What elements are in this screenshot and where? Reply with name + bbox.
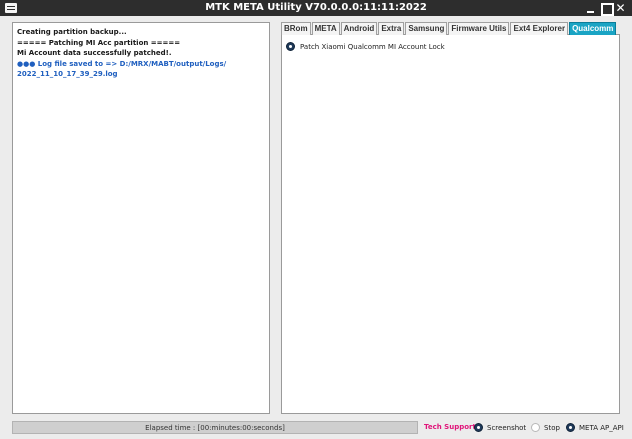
tab-brom[interactable]: BRom [281,22,311,35]
tab-firmware-utils[interactable]: Firmware Utils [448,22,510,35]
tab-meta[interactable]: META [311,22,340,35]
radio-unselected-icon[interactable] [531,423,540,432]
patch-mi-account-option[interactable]: Patch Xiaomi Qualcomm MI Account Lock [286,42,445,51]
patch-mi-account-label: Patch Xiaomi Qualcomm MI Account Lock [300,42,445,51]
tab-ext4-explorer[interactable]: Ext4 Explorer [510,22,569,35]
screenshot-label: Screenshot [487,423,527,432]
meta-ap-api-option[interactable]: META AP_API [566,423,624,432]
window-title: MTK META Utility V70.0.0.0:11:11:2022 [205,2,427,13]
close-icon[interactable]: ✕ [614,0,627,16]
meta-ap-api-label: META AP_API [579,423,624,432]
log-line: Creating partition backup... [17,28,127,36]
screenshot-option[interactable]: Screenshot [474,423,526,432]
tab-android[interactable]: Android [340,22,378,35]
radio-selected-icon[interactable] [286,42,295,51]
minimize-icon[interactable] [584,0,597,16]
radio-selected-icon[interactable] [474,423,483,432]
radio-selected-icon[interactable] [566,423,575,432]
tab-strip: BRom META Android Extra Samsung Firmware… [281,22,617,35]
stop-label: Stop [544,423,560,432]
log-line: Mi Account data successfully patched!. [17,49,172,57]
tab-extra[interactable]: Extra [378,22,405,35]
elapsed-time-bar: Elapsed time : [00:minutes:00:seconds] [12,421,418,434]
maximize-icon[interactable] [599,0,614,16]
title-bar: MTK META Utility V70.0.0.0:11:11:2022 ✕ [0,0,632,16]
log-panel[interactable]: Creating partition backup... ===== Patch… [12,22,270,414]
tab-qualcomm[interactable]: Qualcomm [569,22,617,35]
stop-option[interactable]: Stop [531,423,560,432]
tab-content-panel [281,34,620,414]
log-line: ===== Patching MI Acc partition ===== [17,39,181,47]
log-line: 2022_11_10_17_39_29.log [17,70,118,78]
log-line: ●●● Log file saved to => D:/MRX/MABT/out… [17,60,227,68]
tab-samsung[interactable]: Samsung [405,22,448,35]
tech-support-link[interactable]: Tech Support [424,421,476,434]
